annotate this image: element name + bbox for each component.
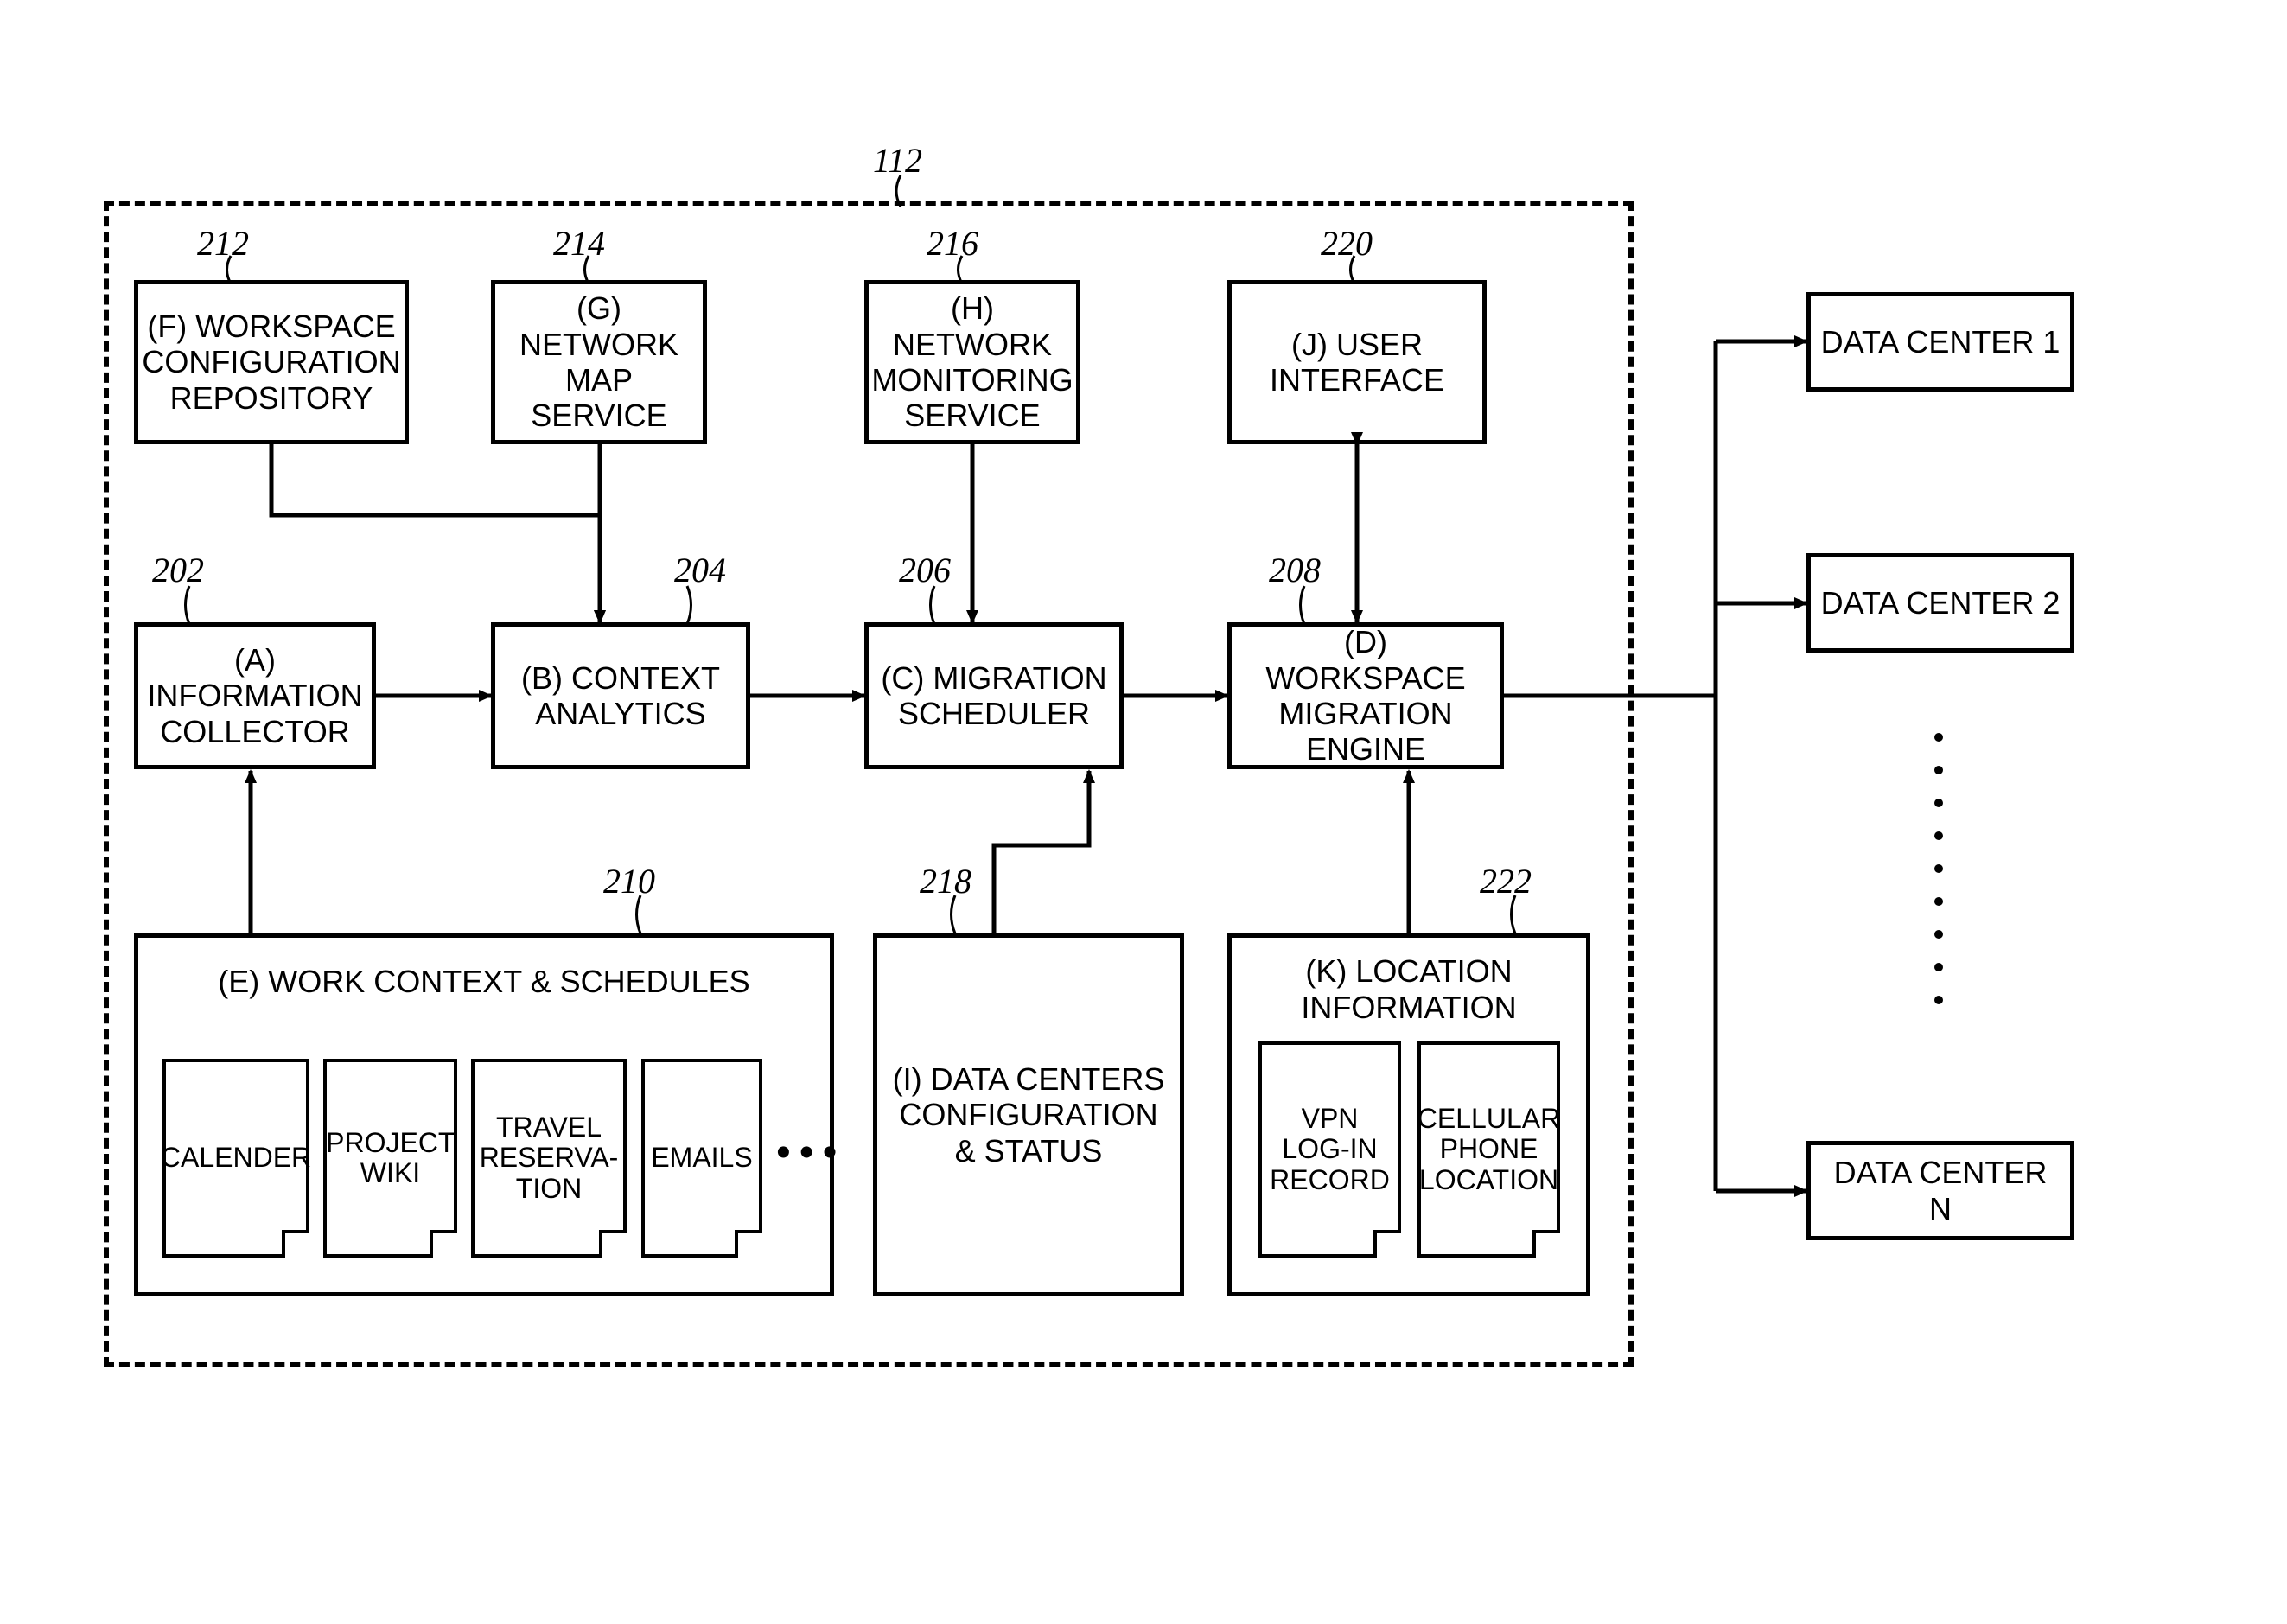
diagram-canvas: 112 (F) WORKSPACE CONFIGURATION REPOSITO…	[0, 0, 2287, 1624]
arrows	[0, 0, 2287, 1624]
